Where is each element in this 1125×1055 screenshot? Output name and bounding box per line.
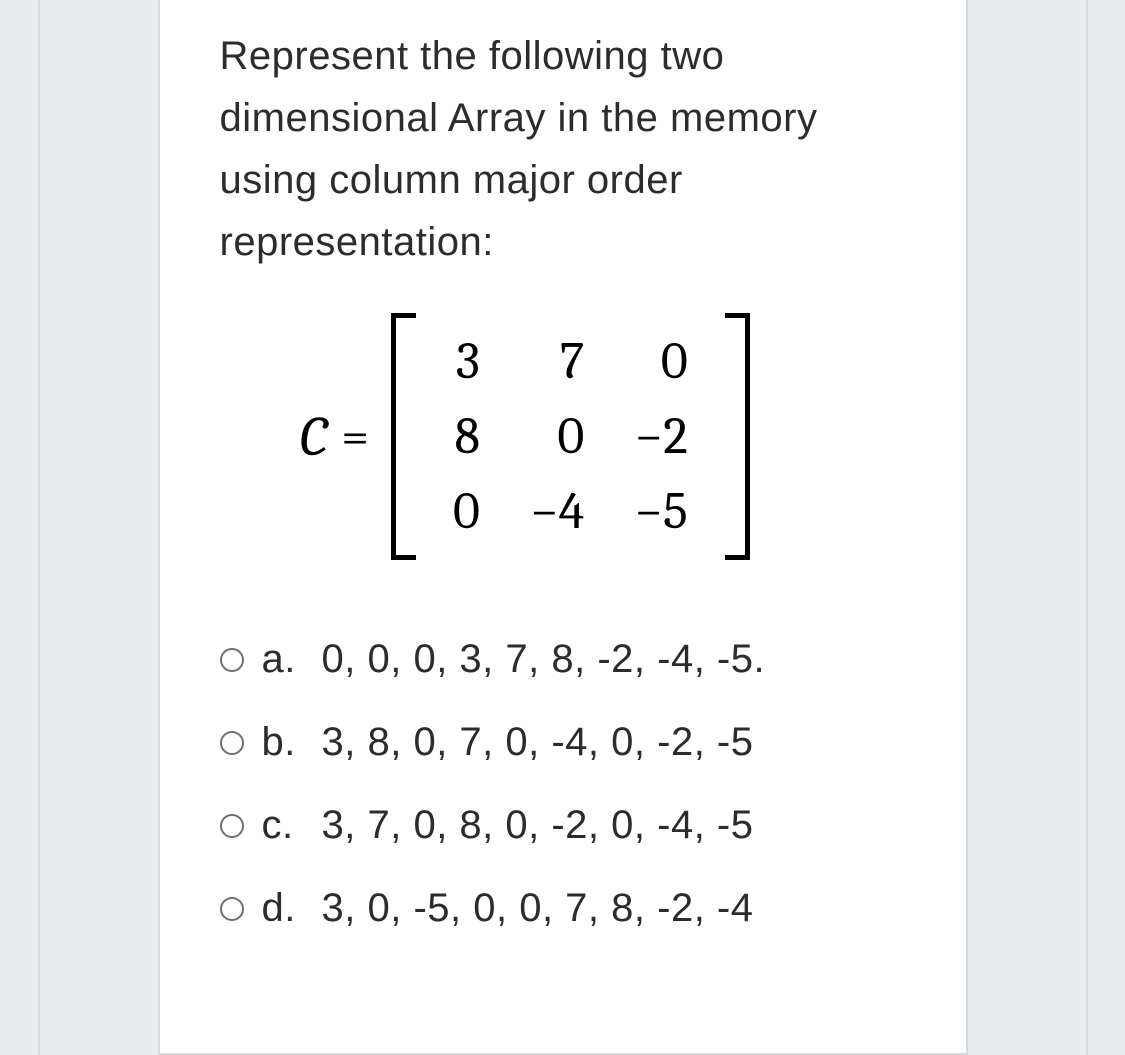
option-label: c. 3, 7, 0, 8, 0, -2, 0, -4, -5	[262, 803, 754, 848]
option-d: d. 3, 0, -5, 0, 0, 7, 8, -2, -4	[220, 886, 906, 931]
option-text: 3, 0, -5, 0, 0, 7, 8, -2, -4	[322, 886, 754, 931]
matrix-cell: −5	[624, 479, 698, 544]
radio-a[interactable]	[220, 648, 244, 672]
matrix-row: 8 0 −2	[443, 404, 698, 469]
matrix-row: 3 7 0	[443, 329, 698, 394]
option-letter: c.	[262, 803, 304, 848]
matrix-cell: −2	[624, 404, 698, 469]
matrix-equals: =	[341, 408, 369, 466]
matrix-cell: 0	[443, 479, 490, 544]
radio-c[interactable]	[220, 814, 244, 838]
matrix-cell: 0	[624, 329, 698, 394]
matrix-cell: 3	[443, 329, 490, 394]
option-text: 3, 7, 0, 8, 0, -2, 0, -4, -5	[322, 803, 754, 848]
options-list: a. 0, 0, 0, 3, 7, 8, -2, -4, -5. b. 3, 8…	[220, 637, 906, 931]
matrix-cell: 0	[520, 404, 594, 469]
option-label: d. 3, 0, -5, 0, 0, 7, 8, -2, -4	[262, 886, 754, 931]
question-card: Represent the following two dimensional …	[158, 0, 968, 1055]
option-label: b. 3, 8, 0, 7, 0, -4, 0, -2, -5	[262, 720, 754, 765]
matrix-cell: 7	[520, 329, 594, 394]
matrix-cell: 8	[443, 404, 490, 469]
matrix-row: 0 −4 −5	[443, 479, 698, 544]
option-letter: d.	[262, 886, 304, 931]
option-letter: a.	[262, 637, 304, 682]
option-c: c. 3, 7, 0, 8, 0, -2, 0, -4, -5	[220, 803, 906, 848]
option-a: a. 0, 0, 0, 3, 7, 8, -2, -4, -5.	[220, 637, 906, 682]
radio-d[interactable]	[220, 897, 244, 921]
radio-b[interactable]	[220, 731, 244, 755]
matrix-bracket: 3 7 0 8 0 −2 0 −4 −5	[391, 319, 750, 554]
option-text: 3, 8, 0, 7, 0, -4, 0, -2, -5	[322, 720, 754, 765]
matrix-table: 3 7 0 8 0 −2 0 −4 −5	[413, 319, 728, 554]
page-frame: Represent the following two dimensional …	[38, 0, 1088, 1055]
option-b: b. 3, 8, 0, 7, 0, -4, 0, -2, -5	[220, 720, 906, 765]
matrix-name: C	[300, 405, 328, 469]
question-text: Represent the following two dimensional …	[220, 25, 906, 273]
option-label: a. 0, 0, 0, 3, 7, 8, -2, -4, -5.	[262, 637, 766, 682]
option-text: 0, 0, 0, 3, 7, 8, -2, -4, -5.	[322, 637, 766, 682]
option-letter: b.	[262, 720, 304, 765]
matrix-display: C = 3 7 0 8 0 −2 0 −4	[240, 301, 880, 572]
matrix-cell: −4	[520, 479, 594, 544]
